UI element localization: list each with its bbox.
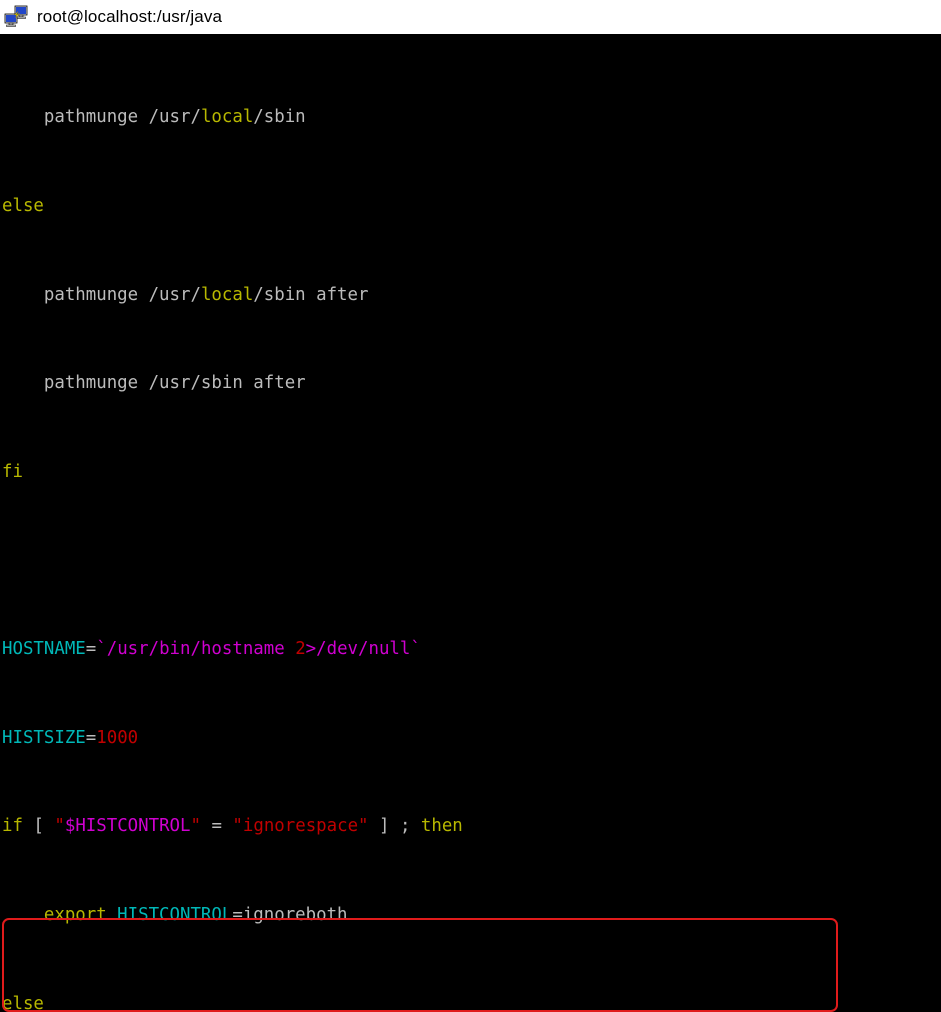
code-span: >/dev/null`	[305, 639, 421, 660]
code-span: "	[54, 816, 65, 837]
code-line: pathmunge /usr/sbin after	[2, 372, 941, 394]
code-line: export HISTCONTROL=ignoreboth	[2, 904, 941, 926]
window-titlebar: root@localhost:/usr/java	[0, 0, 941, 34]
code-span: pathmunge /usr/	[2, 107, 201, 128]
putty-icon	[3, 4, 29, 30]
code-span: 2	[295, 639, 306, 660]
code-span: =	[85, 639, 97, 660]
code-span: "ignorespace"	[232, 816, 369, 837]
code-span: else	[2, 993, 44, 1012]
code-line: else	[2, 993, 941, 1012]
code-span: ] ;	[368, 816, 421, 837]
code-span: HISTCONTROL	[106, 904, 233, 925]
code-span: =ignoreboth	[232, 904, 348, 925]
code-span: if	[2, 816, 23, 837]
code-line: HOSTNAME=`/usr/bin/hostname 2>/dev/null`	[2, 638, 941, 660]
code-span: local	[200, 107, 254, 128]
code-span: [	[22, 816, 55, 837]
code-span: then	[420, 816, 463, 837]
code-span: `/usr/bin/hostname	[96, 639, 296, 660]
code-span: 1000	[96, 727, 139, 748]
code-span: export	[2, 904, 107, 925]
code-span: local	[200, 284, 254, 305]
code-span: /sbin after	[253, 284, 369, 305]
code-span: pathmunge /usr/	[2, 284, 201, 305]
terminal-screen[interactable]: pathmunge /usr/local/sbin else pathmunge…	[0, 34, 941, 1012]
code-span: =	[200, 816, 233, 837]
code-span: pathmunge /usr/sbin after	[2, 373, 306, 394]
code-line: fi	[2, 461, 941, 483]
code-line: pathmunge /usr/local/sbin after	[2, 284, 941, 306]
code-span: =	[85, 727, 97, 748]
code-line: else	[2, 195, 941, 217]
code-span: /sbin	[253, 107, 306, 128]
window-title: root@localhost:/usr/java	[37, 7, 223, 26]
code-line: if [ "$HISTCONTROL" = "ignorespace" ] ; …	[2, 815, 941, 837]
code-span: fi	[2, 461, 23, 482]
code-line: pathmunge /usr/local/sbin	[2, 106, 941, 128]
code-span: "	[190, 816, 201, 837]
code-span: $HISTCONTROL	[64, 816, 191, 837]
code-span: HISTSIZE	[2, 727, 86, 748]
code-span: HOSTNAME	[2, 639, 86, 660]
code-line: HISTSIZE=1000	[2, 727, 941, 749]
terminal-text-buffer: pathmunge /usr/local/sbin else pathmunge…	[2, 34, 941, 1012]
code-span: else	[2, 196, 44, 217]
